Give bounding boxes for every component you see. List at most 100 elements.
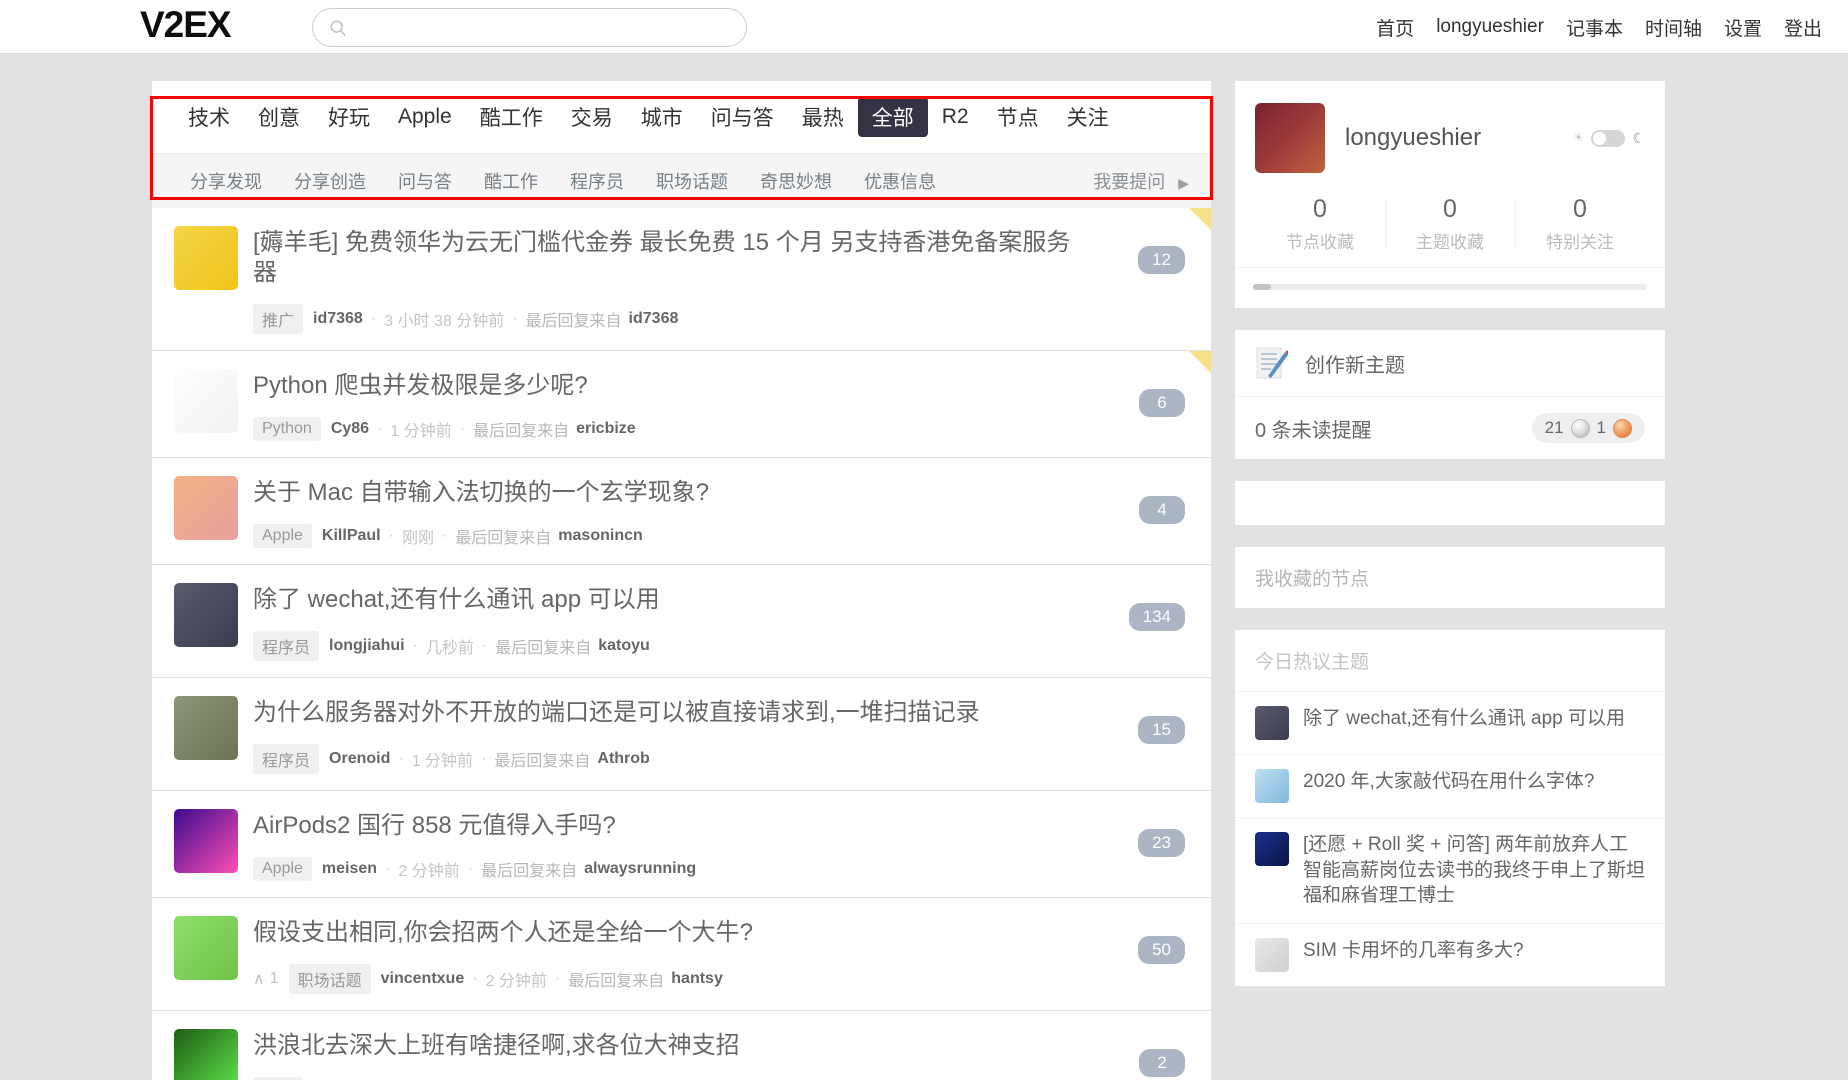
main-tab-2[interactable]: 好玩 — [314, 97, 384, 137]
main-tab-6[interactable]: 城市 — [627, 97, 697, 137]
topic-author-name[interactable]: Orenoid — [329, 750, 390, 768]
nav-username[interactable]: longyueshier — [1436, 16, 1544, 38]
balance-badge[interactable]: 21 1 — [1531, 413, 1645, 443]
topic-node-tag[interactable]: 程序员 — [253, 631, 320, 661]
topic-author-name[interactable]: longjiahui — [329, 637, 405, 655]
reply-count-badge[interactable]: 23 — [1138, 829, 1185, 857]
topic-title[interactable]: 除了 wechat,还有什么通讯 app 可以用 — [253, 585, 1189, 615]
topic-node-tag[interactable]: Apple — [253, 524, 312, 548]
create-topic-link[interactable]: 创作新主题 — [1235, 330, 1665, 397]
stat-node-favorites[interactable]: 0 节点收藏 — [1255, 195, 1385, 253]
sub-tab-4[interactable]: 程序员 — [554, 166, 640, 196]
main-tab-5[interactable]: 交易 — [557, 97, 627, 137]
topic-row[interactable]: 洪浪北去深大上班有啥捷径啊,求各位大神支招深圳syun0216·2 分钟前·最后… — [152, 1011, 1211, 1080]
ask-question-link[interactable]: 我要提问 ▶ — [1093, 168, 1189, 194]
topic-author-avatar[interactable] — [174, 916, 238, 980]
sub-tab-5[interactable]: 职场话题 — [640, 166, 744, 196]
main-tab-9[interactable]: 全部 — [857, 97, 928, 137]
topic-author-avatar[interactable] — [174, 226, 238, 290]
main-tab-8[interactable]: 最热 — [788, 97, 858, 137]
topic-node-tag[interactable]: 推广 — [253, 304, 304, 334]
topic-author-name[interactable]: Cy86 — [331, 420, 369, 438]
hot-topic-item[interactable]: 除了 wechat,还有什么通讯 app 可以用 — [1235, 692, 1665, 755]
reply-count-badge[interactable]: 6 — [1139, 389, 1185, 417]
topic-row[interactable]: 为什么服务器对外不开放的端口还是可以被直接请求到,一堆扫描记录 程序员 Orenoi… — [152, 678, 1211, 791]
topic-author-avatar[interactable] — [174, 1029, 238, 1080]
main-tab-11[interactable]: 节点 — [983, 97, 1053, 137]
topic-author-avatar[interactable] — [174, 369, 238, 433]
last-reply-author[interactable]: masonincn — [558, 527, 642, 545]
nav-notes[interactable]: 记事本 — [1566, 14, 1623, 41]
sub-tab-6[interactable]: 奇思妙想 — [744, 166, 848, 196]
stat-topic-favorites[interactable]: 0 主题收藏 — [1385, 195, 1515, 253]
topic-author-name[interactable]: KillPaul — [322, 527, 381, 545]
topic-row[interactable]: 关于 Mac 自带输入法切换的一个玄学现象? Apple KillPaul · 刚刚 · 最… — [152, 458, 1211, 565]
topic-node-tag[interactable]: Apple — [253, 857, 312, 881]
topic-author-avatar[interactable] — [174, 809, 238, 873]
main-tab-7[interactable]: 问与答 — [697, 97, 788, 137]
hot-topic-item[interactable]: SIM 卡用坏的几率有多大? — [1235, 924, 1665, 986]
stat-special-follows[interactable]: 0 特别关注 — [1515, 195, 1645, 253]
topic-author-name[interactable]: vincentxue — [381, 970, 465, 988]
topic-node-tag[interactable]: 程序员 — [253, 744, 320, 774]
topic-title[interactable]: 为什么服务器对外不开放的端口还是可以被直接请求到,一堆扫描记录 — [253, 698, 1189, 728]
search-input[interactable] — [355, 18, 732, 37]
topic-row[interactable]: 除了 wechat,还有什么通讯 app 可以用 程序员 longjiahui · 几秒… — [152, 565, 1211, 678]
reply-count-badge[interactable]: 4 — [1139, 496, 1185, 524]
topic-node-tag[interactable]: Python — [253, 417, 321, 441]
main-tab-4[interactable]: 酷工作 — [466, 97, 557, 137]
nav-home[interactable]: 首页 — [1376, 14, 1414, 41]
reply-count-badge[interactable]: 50 — [1138, 936, 1185, 964]
nav-timeline[interactable]: 时间轴 — [1645, 14, 1702, 41]
topic-title[interactable]: 假设支出相同,你会招两个人还是全给一个大牛? — [253, 918, 1189, 948]
hot-topic-item[interactable]: 2020 年,大家敲代码在用什么字体? — [1235, 755, 1665, 818]
hot-topic-title[interactable]: SIM 卡用坏的几率有多大? — [1303, 938, 1524, 964]
topic-author-name[interactable]: meisen — [322, 860, 377, 878]
main-tab-1[interactable]: 创意 — [244, 97, 314, 137]
hot-topic-item[interactable]: [还愿 + Roll 奖 + 问答] 两年前放弃人工智能高薪岗位去读书的我终于申… — [1235, 818, 1665, 924]
sub-tab-3[interactable]: 酷工作 — [468, 166, 554, 196]
topic-title[interactable]: Python 爬虫并发极限是多少呢? — [253, 371, 1189, 401]
main-tab-0[interactable]: 技术 — [174, 97, 244, 137]
sub-tab-0[interactable]: 分享发现 — [174, 166, 278, 196]
sub-tab-7[interactable]: 优惠信息 — [848, 166, 952, 196]
topic-node-tag[interactable]: 职场话题 — [288, 964, 371, 994]
hot-topic-title[interactable]: [还愿 + Roll 奖 + 问答] 两年前放弃人工智能高薪岗位去读书的我终于申… — [1303, 832, 1645, 909]
last-reply-author[interactable]: ericbize — [576, 420, 636, 438]
last-reply-author[interactable]: id7368 — [629, 310, 679, 328]
reply-count-badge[interactable]: 12 — [1138, 246, 1185, 274]
nav-signout[interactable]: 登出 — [1784, 14, 1822, 41]
search-box[interactable] — [312, 8, 747, 47]
sub-tab-2[interactable]: 问与答 — [382, 166, 468, 196]
notifications-row[interactable]: 0 条未读提醒 21 1 — [1235, 397, 1665, 459]
theme-toggle[interactable]: ☀ ☾ — [1573, 129, 1645, 147]
topic-author-avatar[interactable] — [174, 583, 238, 647]
v2ex-logo[interactable]: V2EX — [140, 4, 232, 46]
sub-tab-1[interactable]: 分享创造 — [278, 166, 382, 196]
topic-title[interactable]: AirPods2 国行 858 元值得入手吗? — [253, 811, 1189, 841]
topic-title[interactable]: 关于 Mac 自带输入法切换的一个玄学现象? — [253, 478, 1189, 508]
topic-row[interactable]: 假设支出相同,你会招两个人还是全给一个大牛? ∧ 1 职场话题 vincentxue · 2… — [152, 898, 1211, 1011]
main-tab-10[interactable]: R2 — [928, 100, 983, 134]
user-name[interactable]: longyueshier — [1345, 124, 1573, 152]
last-reply-author[interactable]: hantsy — [671, 970, 723, 988]
topic-author-avatar[interactable] — [174, 696, 238, 760]
main-tab-3[interactable]: Apple — [384, 100, 466, 134]
last-reply-author[interactable]: Athrob — [597, 750, 649, 768]
topic-title[interactable]: 洪浪北去深大上班有啥捷径啊,求各位大神支招 — [253, 1031, 1189, 1061]
topic-row[interactable]: [薅羊毛] 免费领华为云无门槛代金券 最长免费 15 个月 另支持香港免备案服务… — [152, 208, 1211, 351]
last-reply-author[interactable]: alwaysrunning — [584, 860, 696, 878]
nav-settings[interactable]: 设置 — [1724, 14, 1762, 41]
hot-topic-title[interactable]: 除了 wechat,还有什么通讯 app 可以用 — [1303, 706, 1625, 732]
theme-switch[interactable] — [1591, 129, 1626, 147]
reply-count-badge[interactable]: 15 — [1138, 716, 1185, 744]
user-avatar[interactable] — [1255, 103, 1325, 173]
topic-row[interactable]: AirPods2 国行 858 元值得入手吗? Apple meisen · 2 分钟前… — [152, 791, 1211, 898]
topic-row[interactable]: Python 爬虫并发极限是多少呢? Python Cy86 · 1 分钟前 · 最后回复来… — [152, 351, 1211, 458]
topic-title[interactable]: [薅羊毛] 免费领华为云无门槛代金券 最长免费 15 个月 另支持香港免备案服务… — [253, 228, 1189, 288]
main-tab-12[interactable]: 关注 — [1053, 97, 1123, 137]
hot-topic-title[interactable]: 2020 年,大家敲代码在用什么字体? — [1303, 769, 1594, 795]
topic-author-avatar[interactable] — [174, 476, 238, 540]
reply-count-badge[interactable]: 2 — [1139, 1049, 1185, 1077]
last-reply-author[interactable]: katoyu — [598, 637, 650, 655]
